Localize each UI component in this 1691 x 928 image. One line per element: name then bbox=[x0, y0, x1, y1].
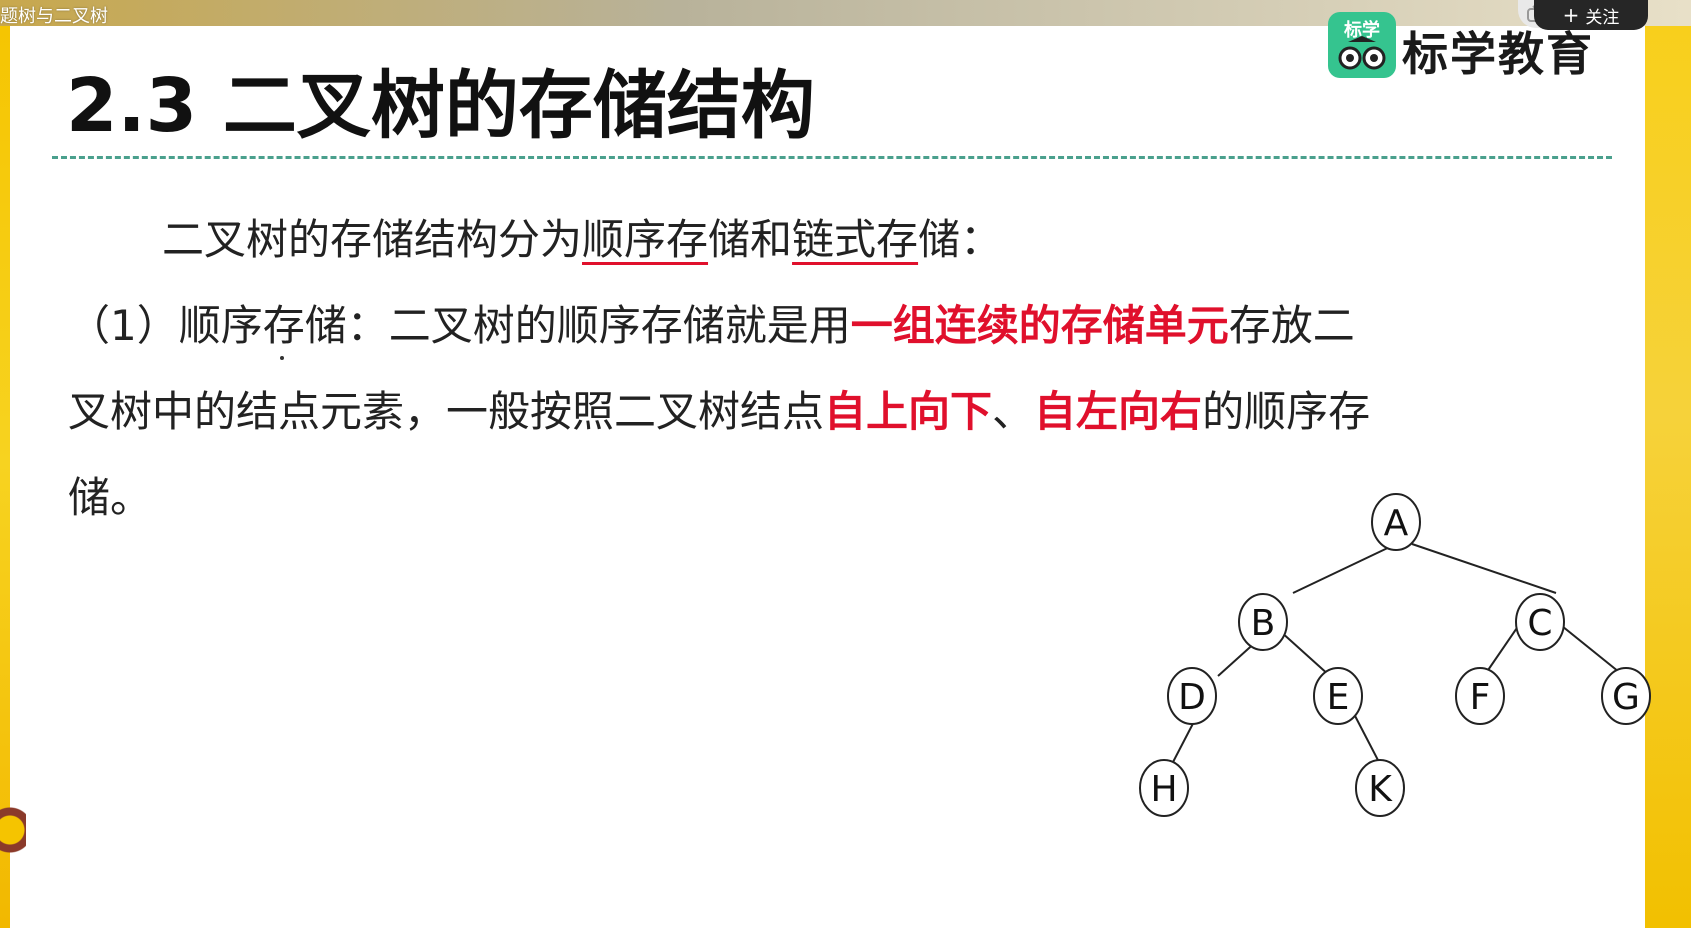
sequential-storage-line-1: （1）顺序存储：二叉树的顺序存储就是用一组连续的存储单元存放二 bbox=[68, 292, 1355, 353]
owl-icon bbox=[1338, 36, 1386, 70]
node-label-h: H bbox=[1150, 769, 1177, 810]
highlight-left-right: 自左向右 bbox=[1034, 387, 1203, 436]
edge-e-k bbox=[1352, 711, 1381, 765]
highlight-continuous-units: 一组连续的存储单元 bbox=[850, 301, 1229, 350]
sequential-storage-line-2: 叉树中的结点元素，一般按照二叉树结点自上向下、自左向右的顺序存 bbox=[68, 378, 1370, 439]
node-label-f: F bbox=[1470, 677, 1491, 718]
tree-node-d: D bbox=[1167, 667, 1217, 725]
intro-text-2: 储和 bbox=[708, 215, 793, 264]
node-label-k: K bbox=[1368, 769, 1393, 810]
intro-paragraph: 二叉树的存储结构分为顺序存储和链式存储： bbox=[162, 206, 1002, 267]
node-label-c: C bbox=[1527, 603, 1552, 644]
brand-logo-icon: 标学 bbox=[1328, 12, 1396, 78]
tree-node-h: H bbox=[1139, 759, 1189, 817]
tree-node-c: C bbox=[1515, 593, 1565, 651]
node-label-d: D bbox=[1178, 677, 1206, 718]
edge-c-g bbox=[1556, 621, 1625, 677]
highlight-top-down: 自上向下 bbox=[824, 387, 993, 436]
slide-title: 2.3 二叉树的存储结构 bbox=[66, 63, 815, 149]
node-label-b: B bbox=[1251, 603, 1276, 644]
title-divider bbox=[52, 156, 1612, 159]
node-label-a: A bbox=[1384, 503, 1409, 544]
edge-a-b bbox=[1292, 543, 1397, 594]
video-title: 题树与二叉树 bbox=[0, 6, 108, 27]
node-label-g: G bbox=[1612, 677, 1640, 718]
tree-node-a: A bbox=[1371, 493, 1421, 551]
tree-node-k: K bbox=[1355, 759, 1405, 817]
line3-text-3: 的顺序存 bbox=[1202, 387, 1371, 436]
tree-node-b: B bbox=[1238, 593, 1288, 651]
sequential-storage-line-3: 储。 bbox=[68, 473, 153, 522]
tree-node-g: G bbox=[1601, 667, 1651, 725]
node-label-e: E bbox=[1327, 677, 1350, 718]
intro-text-1: 二叉树的存储结构分为 bbox=[162, 215, 583, 264]
brand-name: 标学教育 bbox=[1402, 27, 1594, 81]
underlined-linked: 链式存 bbox=[792, 215, 919, 264]
line2-text-1: （1）顺序存储：二叉树的顺序存储就是用 bbox=[68, 301, 851, 350]
mascot-decoration bbox=[0, 780, 26, 890]
edge-a-c bbox=[1411, 543, 1557, 594]
line2-text-2: 存放二 bbox=[1228, 301, 1355, 350]
edge-c-f bbox=[1483, 621, 1522, 677]
intro-text-3: 储： bbox=[918, 215, 1003, 264]
tree-node-f: F bbox=[1455, 667, 1505, 725]
line3-text-1: 叉树中的结点元素，一般按照二叉树结点 bbox=[68, 387, 825, 436]
binary-tree-diagram: A B C D E F G H K bbox=[1139, 493, 1651, 817]
underlined-sequential: 顺序存 bbox=[582, 215, 709, 264]
cursor-dot bbox=[280, 356, 284, 360]
tree-node-e: E bbox=[1313, 667, 1363, 725]
line3-text-2: 、 bbox=[992, 387, 1035, 436]
